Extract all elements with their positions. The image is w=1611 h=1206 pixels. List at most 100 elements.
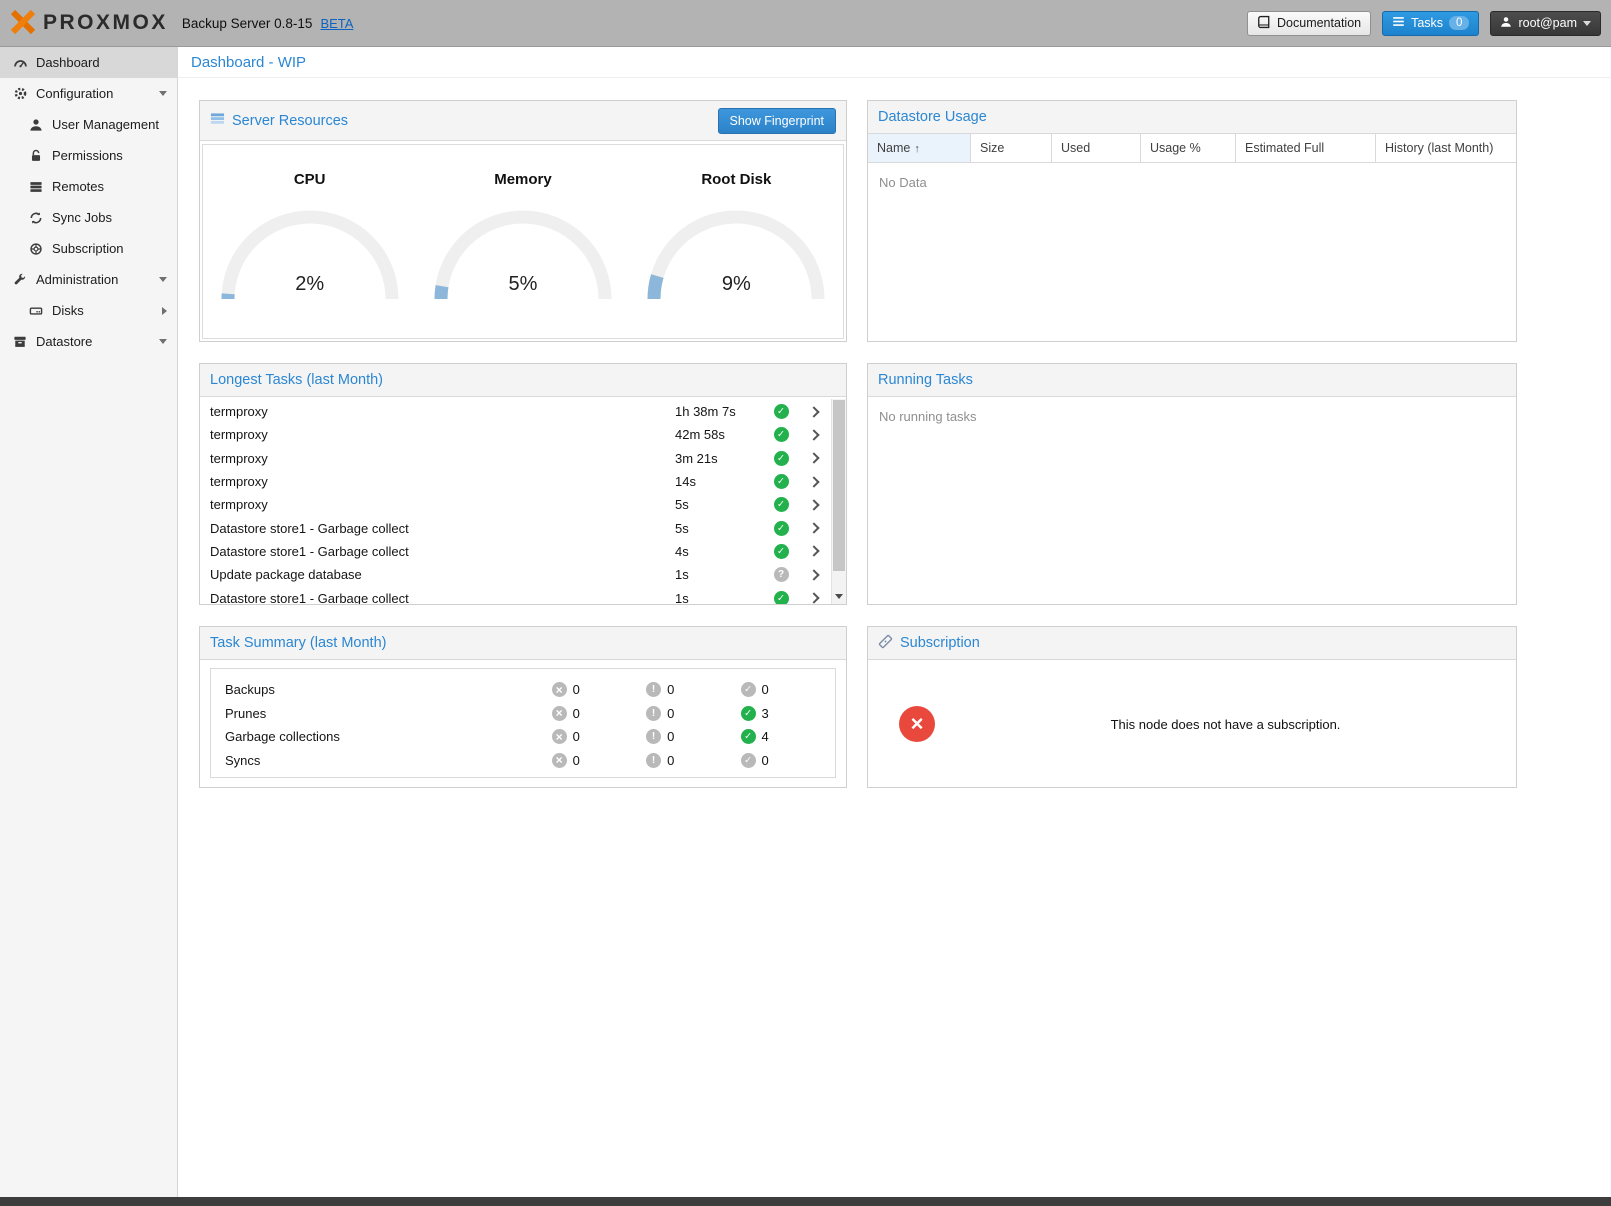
chevron-right-icon [808, 522, 819, 533]
bottom-strip [0, 1197, 1611, 1206]
sidebar-item-configuration[interactable]: Configuration [0, 78, 177, 109]
user-icon [1500, 16, 1512, 31]
sidebar-item-dashboard[interactable]: Dashboard [0, 47, 177, 78]
datastore-usage-column-headers: Name Size Used Usage % Estimated Full Hi… [868, 134, 1516, 163]
column-header-size[interactable]: Size [971, 134, 1052, 162]
chevron-down-icon [159, 339, 167, 344]
summary-row-backups[interactable]: Backups 0 0 0 [211, 678, 835, 702]
subscription-message: This node does not have a subscription. [935, 717, 1516, 732]
memory-percentage: 5% [428, 273, 618, 296]
user-menu-button[interactable]: root@pam [1490, 11, 1601, 36]
beta-link[interactable]: BETA [320, 16, 353, 31]
chevron-right-icon [808, 429, 819, 440]
open-task-button[interactable] [796, 431, 831, 439]
documentation-button[interactable]: Documentation [1247, 11, 1371, 36]
task-row[interactable]: Datastore store1 - Garbage collect 4s [200, 540, 831, 563]
subscription-panel: Subscription This node does not have a s… [867, 626, 1517, 788]
sidebar-item-permissions[interactable]: Permissions [0, 140, 177, 171]
task-row[interactable]: Update package database 1s [200, 563, 831, 586]
task-summary-header: Task Summary (last Month) [200, 627, 846, 660]
panel-title: Longest Tasks (last Month) [210, 372, 383, 388]
topbar: PROXMOX Backup Server 0.8-15 BETA Docume… [0, 0, 1611, 47]
error-icon [552, 706, 567, 721]
scrollbar-thumb[interactable] [833, 400, 845, 571]
scrollbar-down-button[interactable] [832, 589, 846, 604]
root-disk-percentage: 9% [641, 273, 831, 296]
panel-title: Task Summary (last Month) [210, 635, 386, 651]
ok-icon [741, 753, 756, 768]
panel-title: Server Resources [232, 113, 348, 129]
summary-row-prunes[interactable]: Prunes 0 0 3 [211, 702, 835, 726]
sidebar-item-remotes[interactable]: Remotes [0, 171, 177, 202]
server-resources-header: Server Resources Show Fingerprint [200, 101, 846, 141]
archive-icon [12, 335, 28, 349]
ok-icon [741, 682, 756, 697]
task-list-icon [1392, 15, 1405, 31]
sidebar-item-user-management[interactable]: User Management [0, 109, 177, 140]
unlock-icon [28, 149, 44, 163]
sidebar: Dashboard Configuration User Management … [0, 47, 178, 1197]
cpu-gauge: CPU 2% [203, 145, 416, 338]
task-row[interactable]: termproxy 5s [200, 493, 831, 516]
chevron-down-icon [159, 91, 167, 96]
sidebar-item-disks[interactable]: Disks [0, 295, 177, 326]
running-tasks-panel: Running Tasks No running tasks [867, 363, 1517, 605]
summary-row-syncs[interactable]: Syncs 0 0 0 [211, 749, 835, 773]
column-header-history[interactable]: History (last Month) [1376, 134, 1516, 162]
task-row[interactable]: termproxy 3m 21s [200, 447, 831, 470]
task-row[interactable]: termproxy 42m 58s [200, 423, 831, 446]
running-tasks-header: Running Tasks [868, 364, 1516, 397]
column-header-used[interactable]: Used [1052, 134, 1141, 162]
open-task-button[interactable] [796, 524, 831, 532]
task-status-icon [774, 474, 789, 489]
sidebar-item-label: Administration [36, 272, 118, 287]
server-resources-icon [210, 111, 225, 130]
error-icon [552, 682, 567, 697]
sidebar-item-sync-jobs[interactable]: Sync Jobs [0, 202, 177, 233]
main-content: Dashboard - WIP Server Resources Show Fi… [178, 47, 1611, 1197]
wrench-icon [12, 273, 28, 287]
vertical-scrollbar[interactable] [831, 399, 846, 604]
task-row[interactable]: termproxy 14s [200, 470, 831, 493]
column-header-usage-pct[interactable]: Usage % [1141, 134, 1236, 162]
task-summary-body: Backups 0 0 0 Prunes 0 0 3 Garbage colle… [200, 661, 846, 787]
open-task-button[interactable] [796, 571, 831, 579]
show-fingerprint-button[interactable]: Show Fingerprint [718, 108, 837, 134]
chevron-right-icon [808, 476, 819, 487]
subscription-body: This node does not have a subscription. [868, 661, 1516, 787]
longest-tasks-list: termproxy 1h 38m 7s termproxy 42m 58s te… [200, 398, 846, 604]
error-icon [552, 729, 567, 744]
book-icon [1257, 15, 1271, 32]
datastore-usage-panel: Datastore Usage Name Size Used Usage % E… [867, 100, 1517, 342]
task-row[interactable]: termproxy 1h 38m 7s [200, 400, 831, 423]
gears-icon [12, 86, 28, 101]
open-task-button[interactable] [796, 408, 831, 416]
longest-tasks-header: Longest Tasks (last Month) [200, 364, 846, 397]
sidebar-item-label: Dashboard [36, 55, 100, 70]
task-row[interactable]: Datastore store1 - Garbage collect 5s [200, 516, 831, 539]
chevron-right-icon [808, 569, 819, 580]
open-task-button[interactable] [796, 478, 831, 486]
sidebar-item-datastore[interactable]: Datastore [0, 326, 177, 357]
task-row[interactable]: Datastore store1 - Garbage collect 1s [200, 586, 831, 604]
tasks-count-badge: 0 [1449, 16, 1469, 30]
ok-icon [741, 729, 756, 744]
open-task-button[interactable] [796, 547, 831, 555]
hdd-icon [28, 304, 44, 318]
open-task-button[interactable] [796, 454, 831, 462]
root-disk-gauge: Root Disk 9% [630, 145, 843, 338]
column-header-name[interactable]: Name [868, 134, 971, 162]
open-task-button[interactable] [796, 594, 831, 602]
page-title: Dashboard - WIP [178, 47, 1611, 78]
sidebar-item-subscription[interactable]: Subscription [0, 233, 177, 264]
chevron-right-icon [808, 546, 819, 557]
no-subscription-icon [899, 706, 935, 742]
sidebar-item-label: Datastore [36, 334, 92, 349]
open-task-button[interactable] [796, 501, 831, 509]
summary-row-garbage-collections[interactable]: Garbage collections 0 0 4 [211, 725, 835, 749]
gauges-container: CPU 2% Memory 5% Root Disk [202, 144, 844, 339]
sidebar-item-administration[interactable]: Administration [0, 264, 177, 295]
chevron-right-icon [808, 592, 819, 603]
tasks-button[interactable]: Tasks 0 [1382, 11, 1479, 36]
column-header-estimated-full[interactable]: Estimated Full [1236, 134, 1376, 162]
